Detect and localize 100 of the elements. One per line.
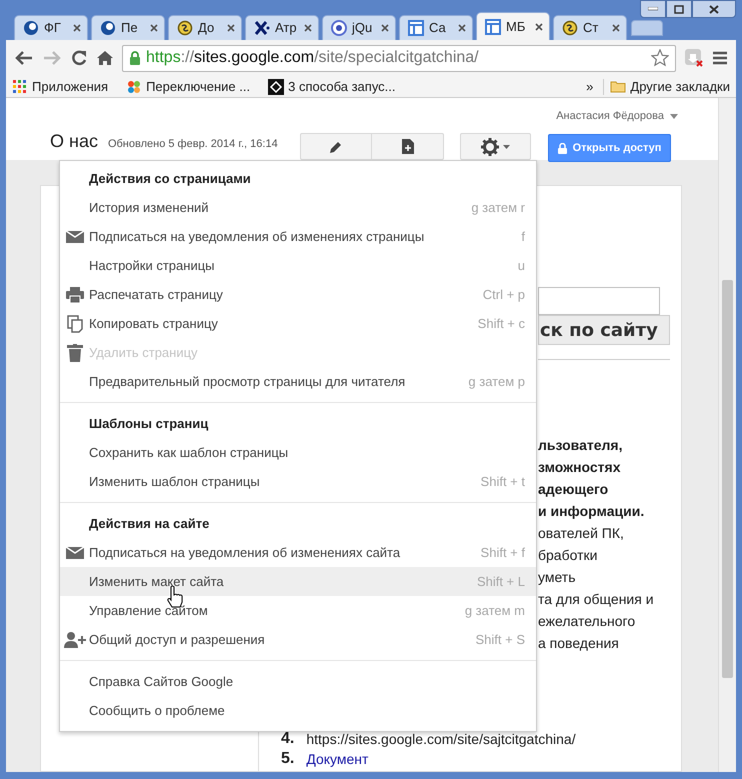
browser-tab[interactable]: Пе (91, 15, 165, 40)
edit-button[interactable] (300, 133, 372, 160)
address-bar[interactable]: https://sites.google.com/site/specialcitgatchina/ (122, 44, 676, 72)
close-icon (535, 22, 543, 30)
document-link[interactable]: Документ (306, 748, 368, 770)
minimize-icon (648, 7, 658, 11)
coin-icon (562, 20, 578, 36)
home-icon[interactable] (96, 50, 114, 66)
maximize-button[interactable] (666, 0, 692, 18)
body-text: бработки (538, 546, 598, 565)
reload-icon[interactable] (70, 49, 88, 67)
menu-item[interactable]: Подписаться на уведомления об изменениях страницы f (60, 222, 536, 251)
browser-tab[interactable]: Атр (245, 15, 319, 40)
body-text: и информации. (538, 502, 646, 521)
close-icon (304, 24, 312, 32)
search-field[interactable] (538, 287, 660, 315)
globe-icon (100, 20, 116, 36)
back-icon[interactable] (14, 50, 34, 66)
body-text: льзователя, (538, 436, 624, 455)
close-icon (381, 24, 389, 32)
person-add-icon (64, 632, 86, 648)
caret-icon (670, 114, 678, 119)
body-text: а поведения (538, 634, 620, 653)
menu-item[interactable]: Справка Сайтов Google (60, 667, 536, 696)
browser-tab[interactable]: Ст (553, 15, 627, 40)
caret-icon (503, 144, 510, 148)
body-text: зможностях (538, 458, 622, 477)
bookmark-folder[interactable]: Другие закладки (610, 76, 730, 96)
url-text[interactable]: https://sites.google.com/site/specialcitgatchina/ (146, 46, 479, 70)
menu-item[interactable]: Сохранить как шаблон страницы (60, 438, 536, 467)
url-text: https://sites.google.com/site/sajtcitgatchina/ (306, 730, 576, 749)
menu-item[interactable]: Настройки страницы u (60, 251, 536, 280)
menu-icon[interactable] (712, 51, 728, 65)
menu-item[interactable]: Изменить макет сайта Shift + L (60, 567, 536, 596)
layout-icon (485, 18, 501, 34)
menu-heading: Действия со страницами (89, 170, 251, 188)
new-page-button[interactable] (372, 133, 444, 160)
bookmark[interactable]: Переключение ... (126, 76, 250, 96)
code-icon (268, 78, 284, 94)
folder-icon (610, 80, 626, 93)
menu-item[interactable]: Общий доступ и разрешения Shift + S (60, 625, 536, 654)
new-page-icon (402, 139, 414, 154)
search-button[interactable]: ск по сайту (538, 315, 670, 345)
bookmark[interactable]: Приложения (12, 76, 108, 96)
menu-item[interactable]: Сообщить о проблеме (60, 696, 536, 725)
page-title: О нас (50, 130, 98, 153)
lock-icon (558, 142, 567, 154)
browser-tab[interactable]: jQu (322, 15, 396, 40)
browser-tab[interactable]: ФГ (14, 15, 88, 40)
pencil-icon (329, 140, 343, 154)
menu-item[interactable]: Подписаться на уведомления об изменениях сайта Shift + f (60, 538, 536, 567)
more-actions-button[interactable] (460, 133, 531, 160)
coin-icon (177, 20, 193, 36)
extension-icon[interactable] (684, 48, 704, 68)
globe-icon (23, 20, 39, 36)
minimize-button[interactable] (640, 0, 666, 18)
menu-item[interactable]: История изменений g затем r (60, 193, 536, 222)
list-number: 4. (281, 729, 294, 749)
body-text: ователей ПК, (538, 524, 625, 543)
bookmarks-overflow[interactable]: » (586, 76, 594, 96)
scrollbar-thumb[interactable] (722, 280, 733, 678)
body-text: ежелательного (538, 612, 636, 631)
close-button[interactable] (692, 0, 736, 18)
list-number: 5. (281, 749, 294, 769)
body-text: уметь (538, 568, 576, 587)
browser-tab[interactable]: МБ (476, 12, 550, 40)
menu-item[interactable]: Распечатать страницу Ctrl + p (60, 280, 536, 309)
body-text: адеющего (538, 480, 610, 499)
menu-item[interactable]: Предварительный просмотр страницы для читателя g затем p (60, 367, 536, 396)
apps-icon (12, 78, 28, 94)
menu-heading: Действия на сайте (89, 514, 210, 533)
trash-icon (66, 344, 82, 362)
close-icon (709, 4, 719, 14)
browser-tab[interactable]: До (168, 15, 242, 40)
lock-icon (129, 51, 141, 65)
browser-tab[interactable]: Са (399, 15, 473, 40)
close-icon (612, 24, 620, 32)
menu-heading: Шаблоны страниц (89, 414, 208, 433)
pinwheel-icon (126, 78, 142, 94)
menu-item[interactable]: Управление сайтом g затем m (60, 596, 536, 625)
mail-icon (66, 546, 84, 560)
bookmark[interactable]: 3 способа запус... (268, 76, 396, 96)
cross-icon (254, 20, 270, 36)
menu-item[interactable]: Изменить шаблон страницы Shift + t (60, 467, 536, 496)
close-icon (73, 24, 81, 32)
updated-text: Обновлено 5 февр. 2014 г., 16:14 (108, 137, 278, 152)
gear-icon (481, 138, 499, 156)
printer-icon (66, 286, 84, 302)
close-icon (150, 24, 158, 32)
mail-icon (66, 230, 84, 244)
menu-item[interactable]: Копировать страницу Shift + c (60, 309, 536, 338)
body-text: та для общения и (538, 590, 655, 609)
maximize-icon (674, 4, 684, 14)
layout-icon (408, 20, 424, 36)
close-icon (458, 24, 466, 32)
user-name[interactable]: Анастасия Фёдорова (556, 108, 664, 124)
star-icon[interactable] (651, 49, 669, 67)
circle-icon (331, 20, 347, 36)
copy-icon (66, 314, 82, 332)
scrollbar[interactable] (718, 98, 736, 772)
